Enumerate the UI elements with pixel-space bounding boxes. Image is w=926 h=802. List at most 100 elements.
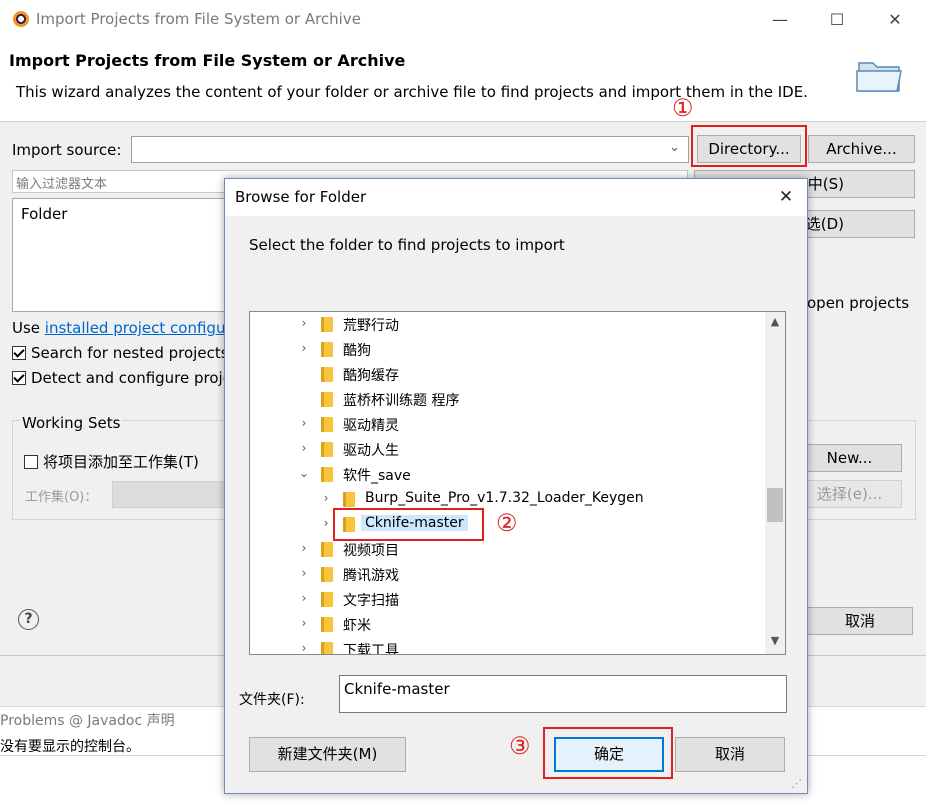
annotation-number-3: ③ [509, 732, 531, 760]
tree-item[interactable]: › 文字扫描 [250, 587, 765, 612]
detect-configure-checkbox-row[interactable]: Detect and configure proje [12, 369, 232, 387]
tree-item-label: 荒野行动 [343, 318, 399, 334]
console-tabs[interactable]: Problems @ Javadoc 声明 [0, 710, 175, 730]
workset-label: 工作集(O)： [25, 490, 98, 505]
folder-icon [321, 417, 333, 432]
folder-field[interactable]: Cknife-master [339, 675, 787, 713]
maximize-button[interactable]: ☐ [822, 6, 852, 34]
expand-arrow-icon[interactable]: › [298, 641, 310, 654]
tree-item[interactable]: ⌄ 软件_save [250, 462, 765, 487]
console-message: 没有要显示的控制台。 [0, 739, 140, 755]
folder-icon [321, 317, 333, 332]
help-icon[interactable]: ? [18, 609, 39, 630]
tree-item-label: 蓝桥杯训练题 程序 [343, 393, 460, 409]
tree-item-label: 下载工具 [343, 643, 399, 655]
workset-combo [112, 481, 232, 508]
browse-cancel-button[interactable]: 取消 [675, 737, 785, 772]
scroll-thumb[interactable] [767, 488, 783, 522]
close-button[interactable]: ✕ [880, 6, 910, 34]
folder-icon [321, 567, 333, 582]
tree-item[interactable]: › 视频项目 [250, 537, 765, 562]
browse-title: Browse for Folder [235, 188, 367, 206]
expand-arrow-icon[interactable]: › [298, 566, 310, 580]
archive-button[interactable]: Archive... [808, 135, 915, 163]
add-workset-label: 将项目添加至工作集(T) [43, 453, 199, 471]
list-item[interactable]: Folder [21, 205, 67, 223]
expand-arrow-icon[interactable]: › [298, 316, 310, 330]
tree-item[interactable]: › 虾米 [250, 612, 765, 637]
open-folder-icon [856, 62, 902, 92]
folder-icon [321, 542, 333, 557]
tree-item[interactable]: › 下载工具 [250, 637, 765, 655]
folder-icon [321, 392, 333, 407]
folder-icon [321, 467, 333, 482]
resize-grip-icon[interactable]: ⋰ [791, 777, 805, 791]
expanded-arrow-icon[interactable]: ⌄ [298, 466, 310, 480]
expand-arrow-icon[interactable]: › [298, 616, 310, 630]
folder-icon [321, 442, 333, 457]
search-nested-checkbox[interactable] [12, 346, 26, 360]
working-sets-label: Working Sets [20, 414, 123, 432]
browse-prompt: Select the folder to find projects to im… [249, 236, 565, 254]
tree-item[interactable]: 酷狗缓存 [250, 362, 765, 387]
folder-tree[interactable]: › 荒野行动 › 酷狗 酷狗缓存蓝桥杯训练题 程序 › 驱动精灵 › 驱动人生 ⌄ 软件_save ›… [249, 311, 786, 655]
tree-item[interactable]: › 荒野行动 [250, 312, 765, 337]
new-folder-button[interactable]: 新建文件夹(M) [249, 737, 406, 772]
annotation-box-directory [691, 125, 807, 167]
annotation-number-1: ① [672, 94, 694, 122]
expand-arrow-icon[interactable]: › [298, 541, 310, 555]
scroll-up-icon[interactable]: ▲ [765, 315, 785, 328]
search-nested-checkbox-row[interactable]: Search for nested projects [12, 344, 229, 362]
chevron-down-icon: ⌄ [669, 140, 680, 155]
import-source-label: Import source: [12, 141, 122, 159]
tree-item[interactable]: › 驱动精灵 [250, 412, 765, 437]
tree-item[interactable]: › 腾讯游戏 [250, 562, 765, 587]
select-workset-button: 选择(e)... [797, 480, 902, 508]
expand-arrow-icon[interactable]: › [320, 491, 332, 505]
expand-arrow-icon[interactable]: › [320, 516, 332, 530]
folder-icon [321, 342, 333, 357]
hide-open-projects-label: open projects [807, 294, 910, 312]
detect-configure-checkbox[interactable] [12, 371, 26, 385]
annotation-box-cknife [333, 508, 484, 541]
expand-arrow-icon[interactable]: › [298, 341, 310, 355]
tree-item-label: 软件_save [343, 468, 411, 484]
folder-field-label: 文件夹(F): [239, 692, 305, 708]
tree-item-label: 腾讯游戏 [343, 568, 399, 584]
wizard-cancel-button[interactable]: 取消 [807, 607, 913, 635]
new-workset-button[interactable]: New... [797, 444, 902, 472]
tree-item[interactable]: › 酷狗 [250, 337, 765, 362]
browse-folder-dialog: Browse for Folder ✕ Select the folder to… [224, 178, 808, 794]
tree-item[interactable]: 蓝桥杯训练题 程序 [250, 387, 765, 412]
tree-item-label: Burp_Suite_Pro_v1.7.32_Loader_Keygen [365, 490, 644, 506]
import-source-combo[interactable]: ⌄ [131, 136, 689, 163]
wizard-heading: Import Projects from File System or Arch… [9, 51, 406, 70]
add-workset-checkbox[interactable] [24, 455, 38, 469]
folder-icon [321, 617, 333, 632]
window-title: Import Projects from File System or Arch… [36, 10, 361, 28]
tree-item[interactable]: › 驱动人生 [250, 437, 765, 462]
folder-icon [321, 592, 333, 607]
installed-configurators-link[interactable]: installed project configu [45, 319, 226, 337]
tree-item-label: 文字扫描 [343, 593, 399, 609]
folder-icon [343, 492, 355, 507]
folder-icon [321, 642, 333, 654]
minimize-button[interactable]: — [765, 6, 795, 34]
use-prefix: Use [12, 319, 45, 337]
search-nested-label: Search for nested projects [31, 344, 229, 362]
expand-arrow-icon[interactable]: › [298, 441, 310, 455]
tree-item-label: 驱动人生 [343, 443, 399, 459]
browse-close-icon[interactable]: ✕ [773, 184, 799, 210]
tree-scrollbar[interactable]: ▲ ▼ [765, 312, 785, 654]
tree-item-label: 驱动精灵 [343, 418, 399, 434]
add-workset-checkbox-row[interactable]: 将项目添加至工作集(T) [24, 451, 199, 472]
annotation-box-ok [543, 727, 673, 779]
expand-arrow-icon[interactable]: › [298, 591, 310, 605]
tree-item-label: 虾米 [343, 618, 371, 634]
detect-configure-label: Detect and configure proje [31, 369, 232, 387]
expand-arrow-icon[interactable]: › [298, 416, 310, 430]
scroll-down-icon[interactable]: ▼ [765, 634, 785, 647]
folder-icon [321, 367, 333, 382]
annotation-number-2: ② [496, 509, 518, 537]
eclipse-app-icon [13, 11, 29, 27]
